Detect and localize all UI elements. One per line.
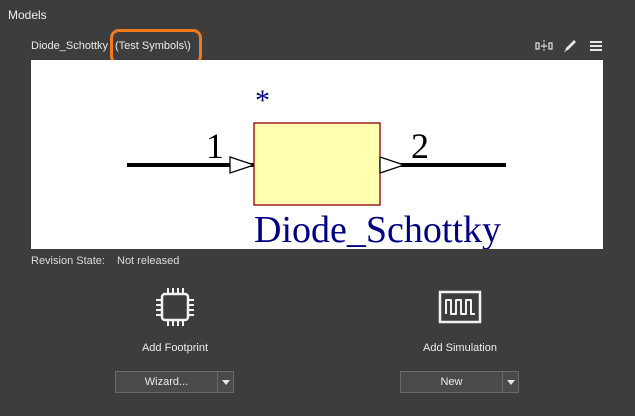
panel-title: Models [8, 8, 47, 22]
preview-toolbar [535, 38, 605, 54]
designator-text: * [255, 84, 270, 117]
component-body [253, 122, 381, 206]
component-name: Diode_Schottky [31, 40, 109, 52]
add-simulation-label[interactable]: Add Simulation [380, 342, 540, 354]
models-panel-header: Models [0, 0, 635, 28]
pencil-icon[interactable] [561, 38, 579, 54]
chevron-down-icon[interactable] [217, 371, 234, 393]
symbol-preview: * 1 2 Diode_Schottky [31, 60, 603, 249]
add-footprint-label[interactable]: Add Footprint [95, 342, 255, 354]
pin-2-arrow [379, 156, 407, 174]
footprint-dropdown[interactable]: Wizard... [115, 371, 234, 393]
footprint-dropdown-value[interactable]: Wizard... [115, 371, 217, 393]
menu-icon[interactable] [587, 38, 605, 54]
chip-icon[interactable] [153, 286, 197, 328]
pin-2-number: 2 [411, 126, 429, 166]
chevron-down-icon[interactable] [502, 371, 519, 393]
pin-1-number: 1 [206, 126, 224, 166]
revision-value: Not released [117, 255, 180, 267]
compare-icon[interactable] [535, 38, 553, 54]
pin-1-arrow [229, 156, 257, 174]
component-comment: Diode_Schottky [254, 209, 501, 249]
revision-label: Revision State: [31, 255, 105, 267]
simulation-model-section: Add Simulation [380, 286, 540, 354]
simulation-dropdown-value[interactable]: New [400, 371, 502, 393]
waveform-icon[interactable] [438, 286, 482, 328]
footprint-model-section: Add Footprint [95, 286, 255, 354]
simulation-dropdown[interactable]: New [400, 371, 519, 393]
